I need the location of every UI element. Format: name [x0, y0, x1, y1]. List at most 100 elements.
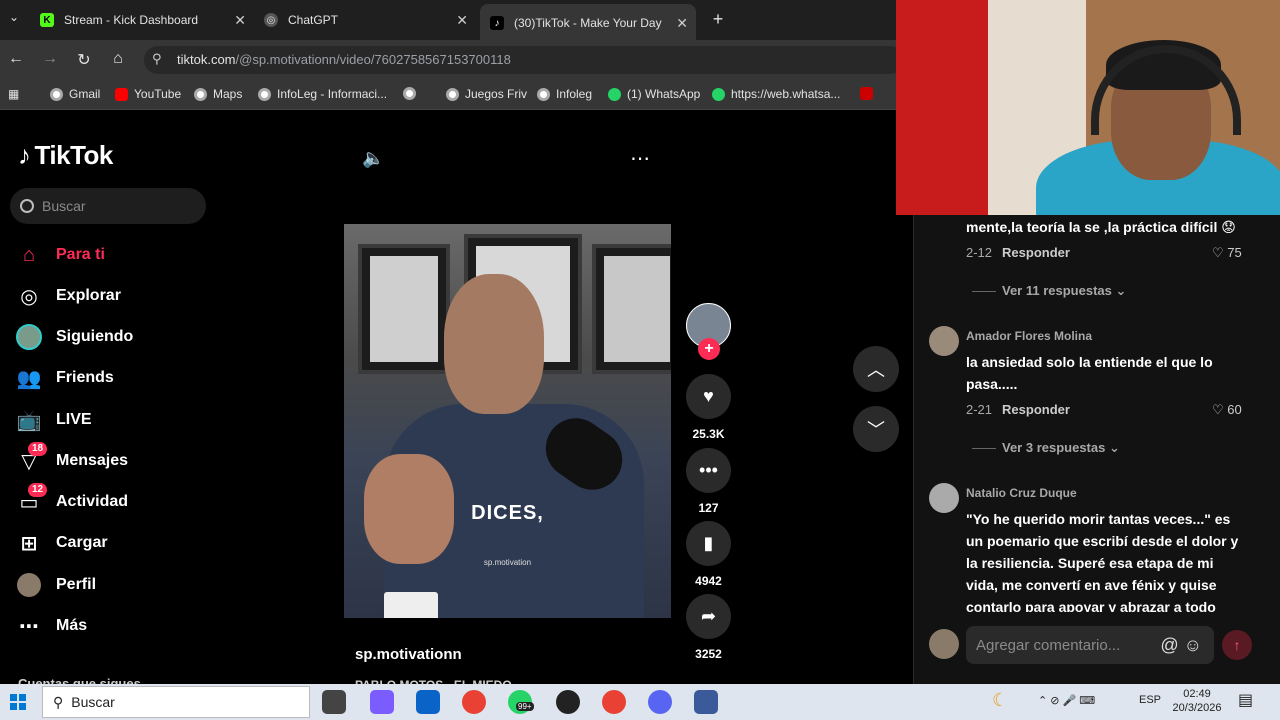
nav-explorar[interactable]: ◎ Explorar [16, 283, 121, 309]
bookmark-infoleg-2[interactable]: Infoleg [537, 87, 592, 101]
comment-meta: 2-12 Responder [966, 245, 1070, 260]
reply-button[interactable]: Responder [1002, 402, 1070, 417]
bookmark-maps[interactable]: Maps [194, 87, 242, 101]
commenter-name[interactable]: Amador Flores Molina [966, 329, 1092, 343]
video-player[interactable]: DICES, sp.motivation [344, 224, 671, 618]
commenter-avatar[interactable] [929, 483, 959, 513]
outlook-icon[interactable] [416, 690, 440, 714]
discord-icon[interactable] [648, 690, 672, 714]
nav-live[interactable]: 📺 LIVE [16, 407, 92, 433]
notifications-icon[interactable]: ▤ [1238, 690, 1253, 710]
close-tab-icon[interactable]: ✕ [456, 12, 468, 29]
tab-title: ChatGPT [288, 13, 339, 27]
close-tab-icon[interactable]: ✕ [234, 12, 246, 29]
app-icon[interactable] [556, 690, 580, 714]
search-icon [20, 199, 34, 213]
task-view-icon[interactable] [322, 690, 346, 714]
nav-perfil[interactable]: Perfil [16, 572, 96, 598]
share-icon[interactable]: ➦ [686, 594, 731, 639]
nav-mensajes[interactable]: ▽ 18 Mensajes [16, 442, 128, 474]
language-indicator[interactable]: ESP [1139, 694, 1161, 706]
globe-icon [403, 87, 416, 100]
comment-text: "Yo he querido morir tantas veces..." es… [966, 511, 1239, 612]
view-replies-button[interactable]: Ver 3 respuestas ⌄ [972, 440, 1120, 456]
next-video-button[interactable]: ﹀ [853, 406, 899, 452]
apps-grid-icon[interactable]: ▦ [8, 87, 19, 101]
bookmark-red-icon[interactable] [860, 87, 879, 100]
tray-icons[interactable]: ⌃ ⊘ 🎤 ⌨ [1038, 694, 1095, 707]
address-bar[interactable]: ⚲ tiktok.com/@sp.motivationn/video/76027… [144, 46, 904, 74]
tab-title: Stream - Kick Dashboard [64, 13, 199, 27]
previous-video-button[interactable]: ︿ [853, 346, 899, 392]
save-action[interactable]: ▮ 4942 [686, 521, 731, 588]
comment-like[interactable]: ♡ 60 [1212, 402, 1242, 418]
arrow-up-icon: ↑ [1233, 637, 1241, 653]
back-icon[interactable]: ← [6, 50, 26, 68]
tab-search-icon[interactable]: ⌄ [4, 10, 24, 24]
tiktok-icon: ♪ [490, 16, 504, 30]
nav-para-ti[interactable]: ⌂ Para ti [16, 242, 105, 268]
weather-icon[interactable]: ☾ [992, 690, 1008, 711]
whatsapp-icon[interactable]: 99+ [508, 690, 534, 714]
share-count: 3252 [695, 647, 722, 661]
activity-icon: ▭ 12 [16, 483, 48, 515]
follow-plus-icon[interactable]: + [698, 338, 720, 360]
commenter-avatar[interactable] [929, 326, 959, 356]
chrome-icon[interactable] [462, 690, 486, 714]
copilot-icon[interactable] [370, 690, 394, 714]
view-replies-button[interactable]: Ver 11 respuestas ⌄ [972, 283, 1126, 299]
home-icon[interactable]: ⌂ [108, 50, 128, 68]
nav-actividad[interactable]: ▭ 12 Actividad [16, 483, 128, 515]
comment-like[interactable]: ♡ 75 [1212, 245, 1242, 261]
clock[interactable]: 02:49 20/3/2026 [1172, 687, 1222, 715]
comment-meta: 2-21 Responder [966, 402, 1070, 417]
site-info-icon[interactable]: ⚲ [152, 51, 162, 67]
reload-icon[interactable]: ↻ [74, 50, 94, 70]
tiktok-logo[interactable]: ♪ TikTok [18, 140, 113, 171]
heart-icon[interactable]: ♥ [686, 374, 731, 419]
more-icon: ⋯ [19, 615, 39, 638]
tab-kick[interactable]: K Stream - Kick Dashboard ✕ [40, 6, 246, 34]
globe-icon [537, 87, 550, 101]
nav-siguiendo[interactable]: Siguiendo [16, 324, 133, 350]
profile-avatar-icon [16, 572, 42, 598]
windows-taskbar: ⚲ Buscar 99+ ☾ ⌃ ⊘ 🎤 ⌨ ESP 02:49 20/3/2026… [0, 684, 1280, 720]
bookmark-infoleg[interactable]: InfoLeg - Informaci... [258, 87, 387, 101]
nav-cargar[interactable]: ⊞ Cargar [16, 530, 108, 556]
forward-icon[interactable]: → [40, 50, 60, 68]
globe-icon [194, 87, 207, 101]
new-tab-icon[interactable]: + [708, 9, 728, 30]
commenter-name[interactable]: Natalio Cruz Duque [966, 486, 1077, 500]
messages-icon: ▽ 18 [16, 442, 48, 474]
send-comment-button[interactable]: ↑ [1222, 630, 1252, 660]
like-action[interactable]: ♥ 25.3K [686, 374, 731, 441]
windows-start-icon[interactable] [10, 694, 26, 710]
video-watermark: sp.motivation [483, 558, 532, 567]
more-options-icon[interactable]: ⋯ [630, 146, 651, 171]
bookmark-gmail[interactable]: Gmail [50, 87, 100, 101]
volume-icon[interactable]: 🔈 [362, 148, 384, 169]
comment-input[interactable]: Agregar comentario... @ ☺ [966, 626, 1214, 664]
bookmark-whatsapp[interactable]: (1) WhatsApp [608, 87, 700, 101]
bookmark-web-whatsapp[interactable]: https://web.whatsa... [712, 87, 840, 101]
nav-friends[interactable]: 👥 Friends [16, 365, 114, 391]
mention-emoji-icons[interactable]: @ ☺ [1160, 635, 1202, 656]
bookmark-youtube[interactable]: YouTube [115, 87, 181, 101]
globe-icon [50, 87, 63, 101]
tab-chatgpt[interactable]: ◎ ChatGPT ✕ [264, 6, 468, 34]
taskbar-search[interactable]: ⚲ Buscar [42, 686, 310, 718]
app-icon[interactable] [694, 690, 718, 714]
comment-icon[interactable]: ••• [686, 448, 731, 493]
bookmark-icon[interactable]: ▮ [686, 521, 731, 566]
search-input[interactable]: Buscar [10, 188, 206, 224]
bookmark-unnamed[interactable] [403, 87, 422, 100]
share-action[interactable]: ➦ 3252 [686, 594, 731, 661]
close-tab-icon[interactable]: ✕ [676, 15, 688, 32]
reply-button[interactable]: Responder [1002, 245, 1070, 260]
video-author[interactable]: sp.motivationn [355, 646, 462, 663]
comment-action[interactable]: ••• 127 [686, 448, 731, 515]
tab-tiktok[interactable]: ♪ (30)TikTok - Make Your Day ✕ [480, 4, 696, 40]
nav-mas[interactable]: ⋯ Más [16, 613, 87, 639]
bookmark-juegos-friv[interactable]: Juegos Friv [446, 87, 527, 101]
chrome-profile-icon[interactable] [602, 690, 626, 714]
